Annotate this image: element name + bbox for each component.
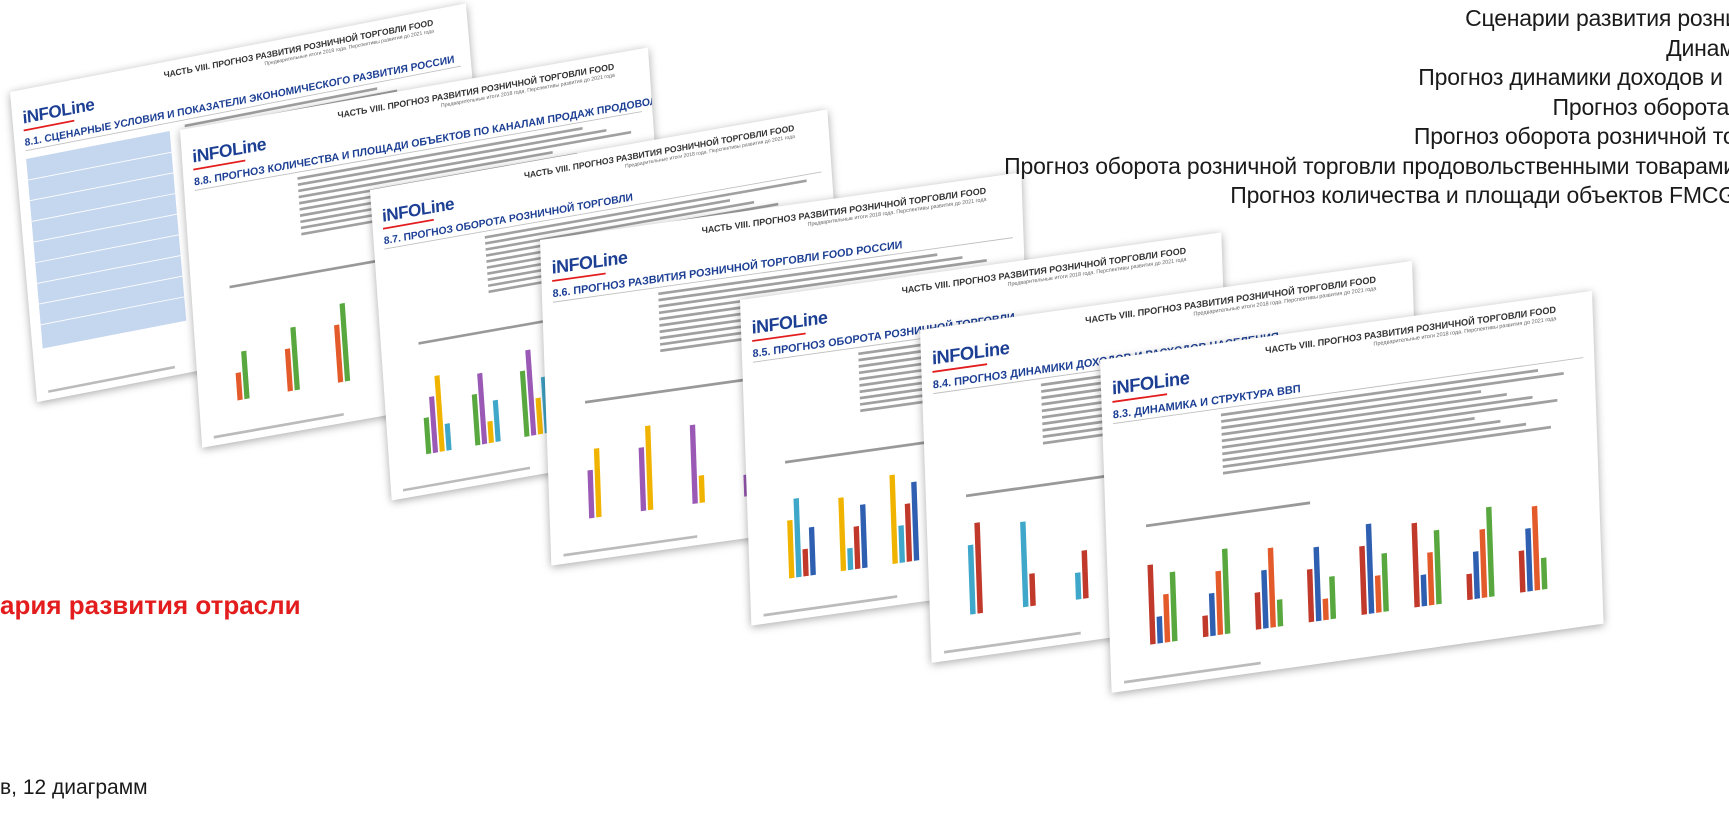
toc-item: Прогноз оборота розничной торговли Food … [1413, 123, 1729, 149]
chart-bar [889, 474, 898, 564]
chart-bar [1306, 568, 1315, 623]
chart-bar [1276, 599, 1284, 627]
toc-item: Динамика и структура В [1666, 34, 1729, 61]
slide-footer [763, 595, 898, 617]
slide-chart [1119, 463, 1590, 667]
chart-bar [1411, 522, 1420, 608]
chart-bar [698, 475, 705, 503]
chart-bar [587, 469, 595, 519]
toc-item: Прогноз оборота розничной торгов [1552, 93, 1729, 120]
chart-bar [1074, 572, 1082, 600]
chart-bar [1365, 523, 1375, 614]
chart-bar [1466, 573, 1473, 601]
chart-bar [1254, 592, 1262, 630]
chart-bar [1169, 571, 1178, 642]
chart-bar [1208, 592, 1216, 637]
page-headline: ария развития отрасли [0, 590, 301, 620]
chart-bar [1156, 616, 1163, 644]
table-row-separator [40, 296, 185, 326]
chart-bar [689, 424, 698, 504]
chart-bar [1081, 549, 1089, 599]
chart-bar [1472, 551, 1481, 600]
chart-bar [1374, 575, 1382, 613]
chart-bar [1020, 521, 1029, 608]
chart-bar [838, 497, 847, 572]
chart-bar [444, 423, 452, 451]
slide-footer [563, 535, 698, 557]
infoline-logo: iNFOLine [751, 308, 828, 342]
chart-bar [1486, 506, 1495, 598]
indicator-table [26, 131, 187, 349]
chart-bar [1221, 548, 1231, 635]
chart-bar [235, 372, 243, 401]
infoline-logo: iNFOLine [932, 338, 1010, 373]
chart-bar [974, 522, 983, 614]
chart-bar [1540, 557, 1548, 590]
chart-bar [904, 503, 913, 562]
infoline-logo: iNFOLine [551, 248, 628, 282]
chart-bar [492, 399, 501, 443]
chart-title-line [785, 438, 946, 464]
chart-bar [645, 425, 654, 511]
page-subline: в, 12 диаграмм [0, 776, 148, 799]
chart-bar [1267, 547, 1276, 628]
chart-bar [1202, 615, 1209, 638]
slide-footer [48, 365, 175, 393]
toc-item: Прогноз количества и площади объектов FM… [1230, 182, 1729, 208]
chart-bar [1381, 552, 1389, 612]
toc-list: Сценарии развития розничной торговли Fo … [619, 4, 1729, 211]
chart-bar [1525, 528, 1533, 592]
toc-item: Прогноз динамики доходов и расходов насе… [1418, 64, 1729, 90]
toc-item: Сценарии развития розничной торговли Fo [1465, 5, 1729, 31]
chart-bar [860, 504, 868, 569]
chart-bar [1215, 570, 1224, 636]
chart-bar [808, 526, 816, 576]
screenshot-canvas: Сценарии развития розничной торговли Fo … [0, 0, 1729, 818]
chart-bar [898, 525, 905, 563]
chart-bar [1427, 552, 1435, 606]
chart-bar [793, 498, 802, 578]
chart-bar [1518, 550, 1526, 593]
chart-bar [1261, 569, 1269, 629]
chart-bar [1433, 529, 1442, 605]
chart-bar [487, 420, 494, 444]
slide-body-text [1220, 363, 1584, 478]
chart-bar [1313, 546, 1322, 622]
chart-bar [911, 481, 920, 561]
slide-footer [944, 631, 1081, 654]
chart-bar [593, 447, 602, 518]
chart-bar [241, 350, 250, 400]
chart-bar [853, 525, 861, 570]
chart-title-line [585, 378, 746, 404]
chart-bar [1531, 505, 1541, 591]
slide-footer [1124, 661, 1261, 684]
chart-bar [847, 547, 854, 571]
chart-title-line [229, 258, 386, 289]
chart-bar [1147, 564, 1156, 645]
chart-bar [638, 447, 647, 512]
chart-bar [1329, 576, 1337, 620]
infoline-logo: iNFOLine [1112, 368, 1190, 403]
slide-thumbnail: iNFOLine ЧАСТЬ VIII. ПРОГНОЗ РАЗВИТИЯ РОЗ… [1100, 290, 1604, 693]
chart-bar [1322, 598, 1329, 621]
chart-title-line [1146, 501, 1311, 528]
chart-bar [1420, 574, 1428, 607]
chart-bar [1163, 593, 1171, 643]
toc-item: Прогноз оборота розничной торговли продо… [1004, 152, 1729, 179]
chart-bar [787, 519, 795, 579]
chart-bar [802, 548, 809, 577]
chart-bar [1029, 573, 1036, 607]
